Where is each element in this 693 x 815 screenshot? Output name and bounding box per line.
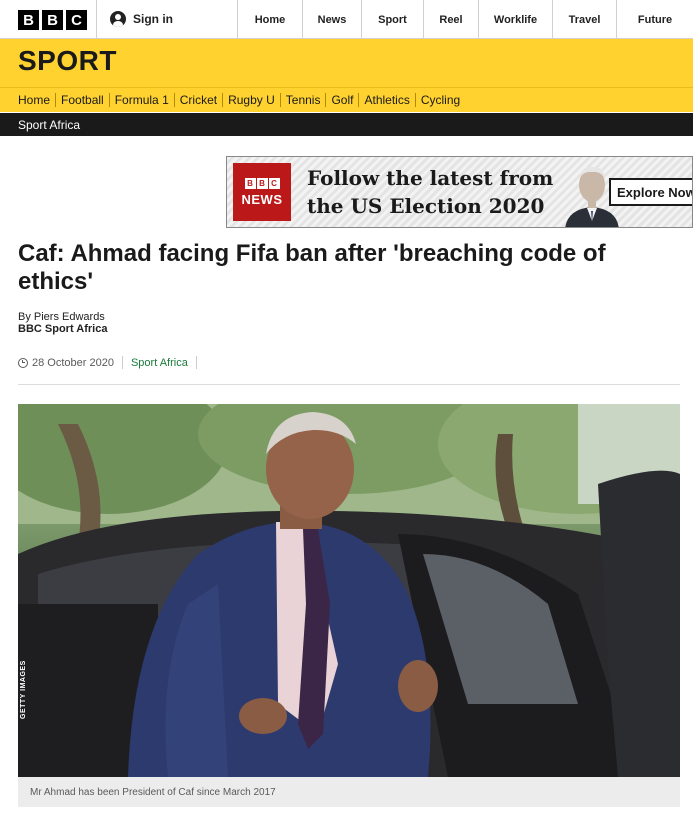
subnav-item-tennis[interactable]: Tennis <box>279 93 326 107</box>
ad-logo-word: NEWS <box>241 191 283 207</box>
primary-nav: Home News Sport Reel Worklife Travel Fut… <box>237 0 693 39</box>
nav-divider <box>96 0 97 39</box>
image-credit: GETTY IMAGES <box>20 660 27 719</box>
subnav-item-football[interactable]: Football <box>55 93 109 107</box>
subnav-item-cricket[interactable]: Cricket <box>173 93 222 107</box>
subnav-item-home[interactable]: Home <box>18 93 55 107</box>
clock-icon <box>18 357 28 368</box>
article-author: By Piers Edwards <box>18 311 105 323</box>
bbc-logo-letter: B <box>42 10 63 30</box>
bbc-news-logo: B B C NEWS <box>233 163 291 221</box>
advert-text: Follow the latest from the US Election 2… <box>307 164 553 220</box>
advert-line-2: the US Election 2020 <box>307 194 545 218</box>
bbc-logo[interactable]: B B C <box>18 10 87 30</box>
sign-in-link[interactable]: Sign in <box>110 11 173 27</box>
article-meta: 28 October 2020 Sport Africa <box>18 356 205 369</box>
nav-item-reel[interactable]: Reel <box>423 0 478 39</box>
nav-item-future[interactable]: Future <box>616 0 693 39</box>
subnav-item-athletics[interactable]: Athletics <box>358 93 414 107</box>
section-label-sport-africa[interactable]: Sport Africa <box>18 118 80 132</box>
nav-item-travel[interactable]: Travel <box>552 0 616 39</box>
subnav-item-cycling[interactable]: Cycling <box>414 93 465 107</box>
meta-divider <box>121 356 123 369</box>
subnav-item-golf[interactable]: Golf <box>325 93 358 107</box>
nav-item-news[interactable]: News <box>302 0 361 39</box>
sport-subnav: Home Football Formula 1 Cricket Rugby U … <box>0 87 693 112</box>
nav-item-home[interactable]: Home <box>237 0 302 39</box>
bbc-logo-letter: C <box>66 10 87 30</box>
bbc-logo-letter: B <box>18 10 39 30</box>
global-nav-bar: B B C Sign in Home News Sport Reel Workl… <box>0 0 693 39</box>
subnav-item-formula-1[interactable]: Formula 1 <box>108 93 174 107</box>
bbc-news-logo-letters: B B C <box>244 177 280 189</box>
sign-in-label: Sign in <box>133 12 173 26</box>
article-lead-image: GETTY IMAGES <box>18 404 680 777</box>
advert-line-1: Follow the latest from <box>307 166 554 190</box>
sport-title[interactable]: SPORT <box>18 45 117 77</box>
ad-logo-letter: B <box>244 177 256 189</box>
user-icon <box>110 11 126 27</box>
article-author-org: BBC Sport Africa <box>18 323 108 335</box>
ad-logo-letter: C <box>268 177 280 189</box>
nav-item-worklife[interactable]: Worklife <box>478 0 552 39</box>
meta-divider <box>195 356 197 369</box>
explore-now-button[interactable]: Explore Now <box>609 178 692 206</box>
article-date: 28 October 2020 <box>32 356 114 369</box>
article-headline: Caf: Ahmad facing Fifa ban after 'breach… <box>18 240 606 295</box>
nav-item-sport[interactable]: Sport <box>361 0 423 39</box>
article-photo-illustration <box>18 404 680 777</box>
subnav-item-rugby-union[interactable]: Rugby U <box>222 93 280 107</box>
section-bar <box>0 113 693 136</box>
image-caption: Mr Ahmad has been President of Caf since… <box>30 787 276 798</box>
horizontal-rule <box>18 384 680 385</box>
ad-logo-letter: B <box>256 177 268 189</box>
advert-banner[interactable]: B B C NEWS Follow the latest from the US… <box>226 156 693 228</box>
section-link-sport-africa[interactable]: Sport Africa <box>131 357 188 369</box>
